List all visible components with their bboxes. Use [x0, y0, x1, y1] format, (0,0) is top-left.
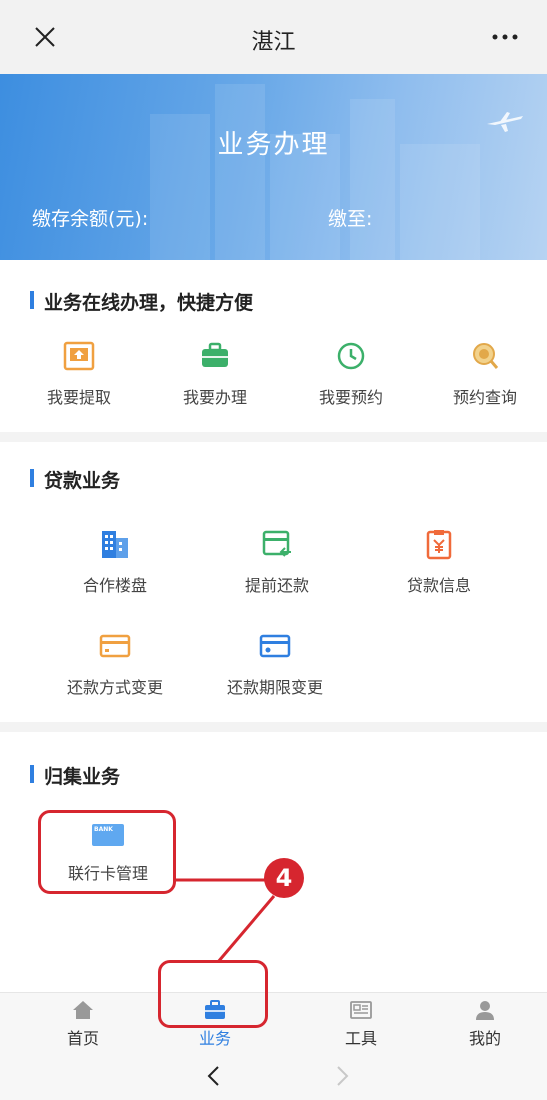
back-arrow-icon[interactable]	[202, 1062, 226, 1090]
withdraw-label: 我要提取	[46, 388, 111, 407]
prepayment-item[interactable]: 提前还款	[222, 528, 332, 596]
appointment-label: 我要预约	[318, 388, 383, 407]
appointment-item[interactable]: 我要预约	[306, 340, 396, 408]
user-icon	[476, 1001, 494, 1020]
partner-buildings-item[interactable]: 合作楼盘	[60, 528, 170, 596]
card-icon	[99, 634, 131, 658]
card-icon	[259, 634, 291, 658]
section-title-loan: 贷款业务	[30, 466, 120, 493]
building-icon	[102, 531, 128, 558]
section-title-online: 业务在线办理，快捷方便	[30, 288, 253, 315]
more-icon[interactable]	[487, 22, 523, 52]
tab-business-label: 业务	[198, 1029, 231, 1048]
card-return-icon	[262, 530, 291, 557]
repayment-method-change-item[interactable]: 还款方式变更	[48, 630, 182, 698]
appointment-query-item[interactable]: 预约查询	[440, 340, 530, 408]
repayment-method-change-label: 还款方式变更	[66, 678, 163, 697]
prepayment-label: 提前还款	[244, 576, 309, 595]
loan-info-label: 贷款信息	[406, 576, 471, 595]
withdraw-icon	[63, 341, 95, 371]
step-number-badge: 4	[264, 858, 304, 898]
handle-item[interactable]: 我要办理	[170, 340, 260, 408]
repayment-term-change-label: 还款期限变更	[226, 678, 323, 697]
paid-to-label: 缴至:	[328, 208, 373, 230]
partner-buildings-label: 合作楼盘	[82, 576, 147, 595]
search-icon	[473, 343, 499, 369]
tab-home[interactable]: 首页	[38, 999, 128, 1049]
account-banner: 业务办理 缴存余额(元): 缴至:	[0, 74, 547, 260]
tab-tools[interactable]: 工具	[316, 999, 406, 1049]
highlight-box-business-tab	[158, 960, 268, 1028]
balance-label: 缴存余额(元):	[32, 208, 149, 230]
yen-clipboard-icon	[426, 530, 452, 560]
home-icon	[73, 1001, 93, 1019]
tab-mine-label: 我的	[468, 1029, 501, 1048]
toolbox-icon	[350, 1001, 372, 1019]
highlight-box-bank-card	[38, 810, 176, 894]
forward-arrow-icon[interactable]	[330, 1062, 354, 1090]
banner-heading: 业务办理	[217, 130, 330, 160]
section-title-collect: 归集业务	[30, 762, 120, 789]
tab-mine[interactable]: 我的	[440, 999, 530, 1049]
page-title: 湛江	[251, 30, 296, 55]
bottom-nav: 首页 业务 工具 我的	[0, 992, 547, 1054]
briefcase-icon	[202, 342, 228, 367]
title-bar: 湛江	[0, 0, 547, 74]
tab-tools-label: 工具	[344, 1029, 377, 1048]
appointment-query-label: 预约查询	[452, 388, 517, 407]
browser-nav-bar	[0, 1054, 547, 1100]
clock-icon	[337, 342, 365, 370]
section-divider	[0, 722, 547, 732]
tab-home-label: 首页	[66, 1029, 99, 1048]
withdraw-item[interactable]: 我要提取	[34, 340, 124, 408]
repayment-term-change-item[interactable]: 还款期限变更	[208, 630, 342, 698]
loan-info-item[interactable]: 贷款信息	[384, 528, 494, 596]
section-divider	[0, 432, 547, 442]
handle-label: 我要办理	[182, 388, 247, 407]
